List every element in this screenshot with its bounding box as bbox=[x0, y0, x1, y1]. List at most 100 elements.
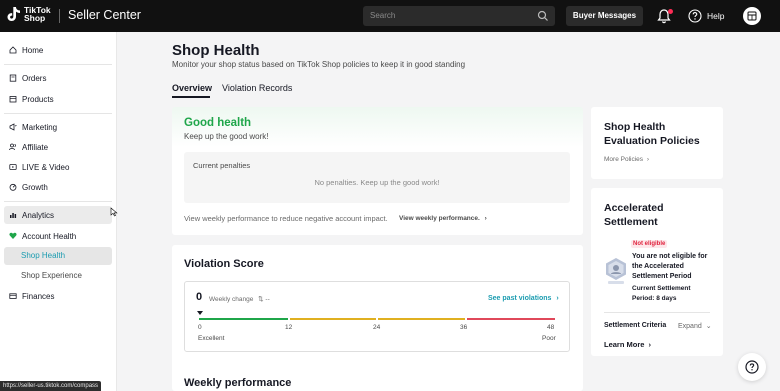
sidebar: Home Orders Products Marketing Affiliate… bbox=[0, 32, 117, 391]
tab-violation-records[interactable]: Violation Records bbox=[222, 83, 292, 93]
sidebar-item-products[interactable]: Products bbox=[4, 90, 112, 108]
sidebar-item-label: Orders bbox=[22, 73, 47, 83]
scale-tick: 12 bbox=[285, 324, 293, 331]
sidebar-item-finances[interactable]: Finances bbox=[4, 287, 112, 305]
chevron-right-icon: › bbox=[484, 215, 487, 222]
policies-title: Shop Health Evaluation Policies bbox=[604, 121, 700, 147]
scale-segment-fair-2 bbox=[378, 318, 465, 320]
search-bar[interactable]: Search bbox=[363, 6, 555, 26]
app-title: Seller Center bbox=[68, 8, 141, 22]
view-weekly-performance-link[interactable]: View weekly performance. › bbox=[399, 215, 487, 222]
scale-tick: 24 bbox=[373, 324, 381, 331]
current-settlement: Current Settlement Period: 8 days bbox=[632, 284, 712, 304]
current-penalties-title: Current penalties bbox=[193, 161, 251, 170]
logo-text: TikTok Shop bbox=[24, 6, 51, 23]
store-avatar-icon[interactable] bbox=[743, 7, 761, 25]
sidebar-item-label: Finances bbox=[22, 291, 55, 301]
learn-more-label: Learn More bbox=[604, 340, 645, 349]
settlement-criteria-label: Settlement Criteria bbox=[604, 322, 667, 329]
notification-dot bbox=[668, 9, 673, 14]
chevron-right-icon: › bbox=[648, 340, 652, 349]
search-icon[interactable] bbox=[537, 10, 549, 22]
page-subtitle: Monitor your shop status based on TikTok… bbox=[172, 60, 466, 69]
sidebar-item-label: LIVE & Video bbox=[22, 162, 70, 172]
sidebar-item-live-video[interactable]: LIVE & Video bbox=[4, 158, 112, 176]
settlement-title: Accelerated Settlement bbox=[604, 202, 664, 228]
finances-icon bbox=[9, 293, 17, 299]
sidebar-item-home[interactable]: Home bbox=[4, 41, 112, 59]
home-icon bbox=[9, 46, 17, 54]
chevron-right-icon: › bbox=[556, 295, 559, 302]
sidebar-item-label: Account Health bbox=[22, 231, 77, 241]
help-fab-button[interactable] bbox=[738, 353, 766, 381]
expand-label: Expand bbox=[678, 323, 702, 330]
store-icon bbox=[747, 11, 757, 21]
see-past-violations-label: See past violations bbox=[488, 295, 552, 302]
top-bar: TikTok Shop Seller Center Search Buyer M… bbox=[0, 0, 780, 32]
tiktok-shop-logo[interactable]: TikTok Shop bbox=[7, 6, 51, 22]
sidebar-subitem-shop-experience[interactable]: Shop Experience bbox=[4, 267, 112, 285]
help-circle-icon bbox=[745, 360, 759, 374]
scale-segment-fair-1 bbox=[290, 318, 376, 320]
weekly-performance-note: View weekly performance to reduce negati… bbox=[184, 214, 388, 223]
sidebar-item-label: Home bbox=[22, 45, 44, 55]
active-tab-indicator bbox=[172, 96, 210, 98]
see-past-violations-link[interactable]: See past violations › bbox=[488, 295, 559, 302]
weekly-performance-title: Weekly performance bbox=[184, 377, 292, 389]
status-badge: Not eligible bbox=[631, 240, 668, 248]
current-settlement-label: Current Settlement bbox=[632, 285, 691, 292]
health-status-title: Good health bbox=[184, 117, 252, 129]
scale-tick: 0 bbox=[198, 324, 202, 331]
violation-score-value: 0 bbox=[196, 291, 203, 303]
sidebar-subitem-shop-health[interactable]: Shop Health bbox=[4, 247, 112, 265]
sidebar-divider bbox=[4, 64, 112, 65]
weekly-change-value: -- bbox=[265, 296, 270, 303]
current-settlement-value: Period: 8 days bbox=[632, 295, 677, 302]
buyer-messages-button[interactable]: Buyer Messages bbox=[566, 6, 643, 26]
sidebar-item-analytics[interactable]: Analytics bbox=[4, 206, 112, 224]
products-icon bbox=[9, 96, 17, 103]
violation-score-box bbox=[184, 281, 570, 352]
live-video-icon bbox=[9, 164, 17, 170]
sidebar-divider bbox=[4, 113, 112, 114]
more-policies-label: More Policies bbox=[604, 156, 644, 163]
sidebar-item-label: Products bbox=[22, 94, 54, 104]
help-link[interactable]: Help bbox=[707, 11, 724, 21]
logo-divider bbox=[59, 9, 60, 23]
settlement-medal-icon bbox=[606, 258, 626, 284]
sidebar-item-affiliate[interactable]: Affiliate bbox=[4, 138, 112, 156]
sidebar-item-label: Growth bbox=[22, 182, 48, 192]
scale-segment-excellent bbox=[199, 318, 288, 320]
mouse-cursor-icon bbox=[110, 207, 118, 217]
weekly-change: Weekly change ⇅ -- bbox=[209, 295, 270, 303]
settlement-description: You are not eligible for the Accelerated… bbox=[632, 253, 708, 280]
score-marker-icon bbox=[197, 311, 203, 315]
violation-score-title: Violation Score bbox=[184, 258, 264, 270]
account-health-icon bbox=[9, 232, 17, 239]
tab-overview[interactable]: Overview bbox=[172, 83, 212, 93]
settlement-divider bbox=[604, 312, 710, 313]
affiliate-icon bbox=[9, 143, 16, 151]
scale-tick: 48 bbox=[547, 324, 555, 331]
weekly-link-label: View weekly performance. bbox=[399, 215, 480, 222]
sidebar-item-label: Analytics bbox=[22, 210, 55, 220]
analytics-icon bbox=[10, 213, 17, 218]
search-input[interactable]: Search bbox=[370, 11, 395, 20]
learn-more-link[interactable]: Learn More › bbox=[604, 340, 651, 349]
weekly-change-label: Weekly change bbox=[209, 296, 254, 303]
sidebar-item-growth[interactable]: Growth bbox=[4, 178, 112, 196]
sidebar-item-orders[interactable]: Orders bbox=[4, 69, 112, 87]
marketing-icon bbox=[9, 123, 17, 131]
logo-line-2: Shop bbox=[24, 13, 46, 23]
tiktok-logo-icon bbox=[7, 7, 20, 21]
scale-segment-poor bbox=[467, 318, 555, 320]
health-status-message: Keep up the good work! bbox=[184, 132, 269, 141]
sidebar-item-account-health[interactable]: Account Health bbox=[4, 227, 112, 245]
expand-criteria-button[interactable]: Expand ⌄ bbox=[678, 322, 712, 330]
scale-min-label: Excellent bbox=[198, 335, 225, 342]
sidebar-item-label: Affiliate bbox=[22, 142, 49, 152]
sidebar-item-marketing[interactable]: Marketing bbox=[4, 118, 112, 136]
orders-icon bbox=[9, 74, 17, 82]
help-icon[interactable] bbox=[688, 9, 702, 23]
more-policies-link[interactable]: More Policies › bbox=[604, 156, 649, 163]
